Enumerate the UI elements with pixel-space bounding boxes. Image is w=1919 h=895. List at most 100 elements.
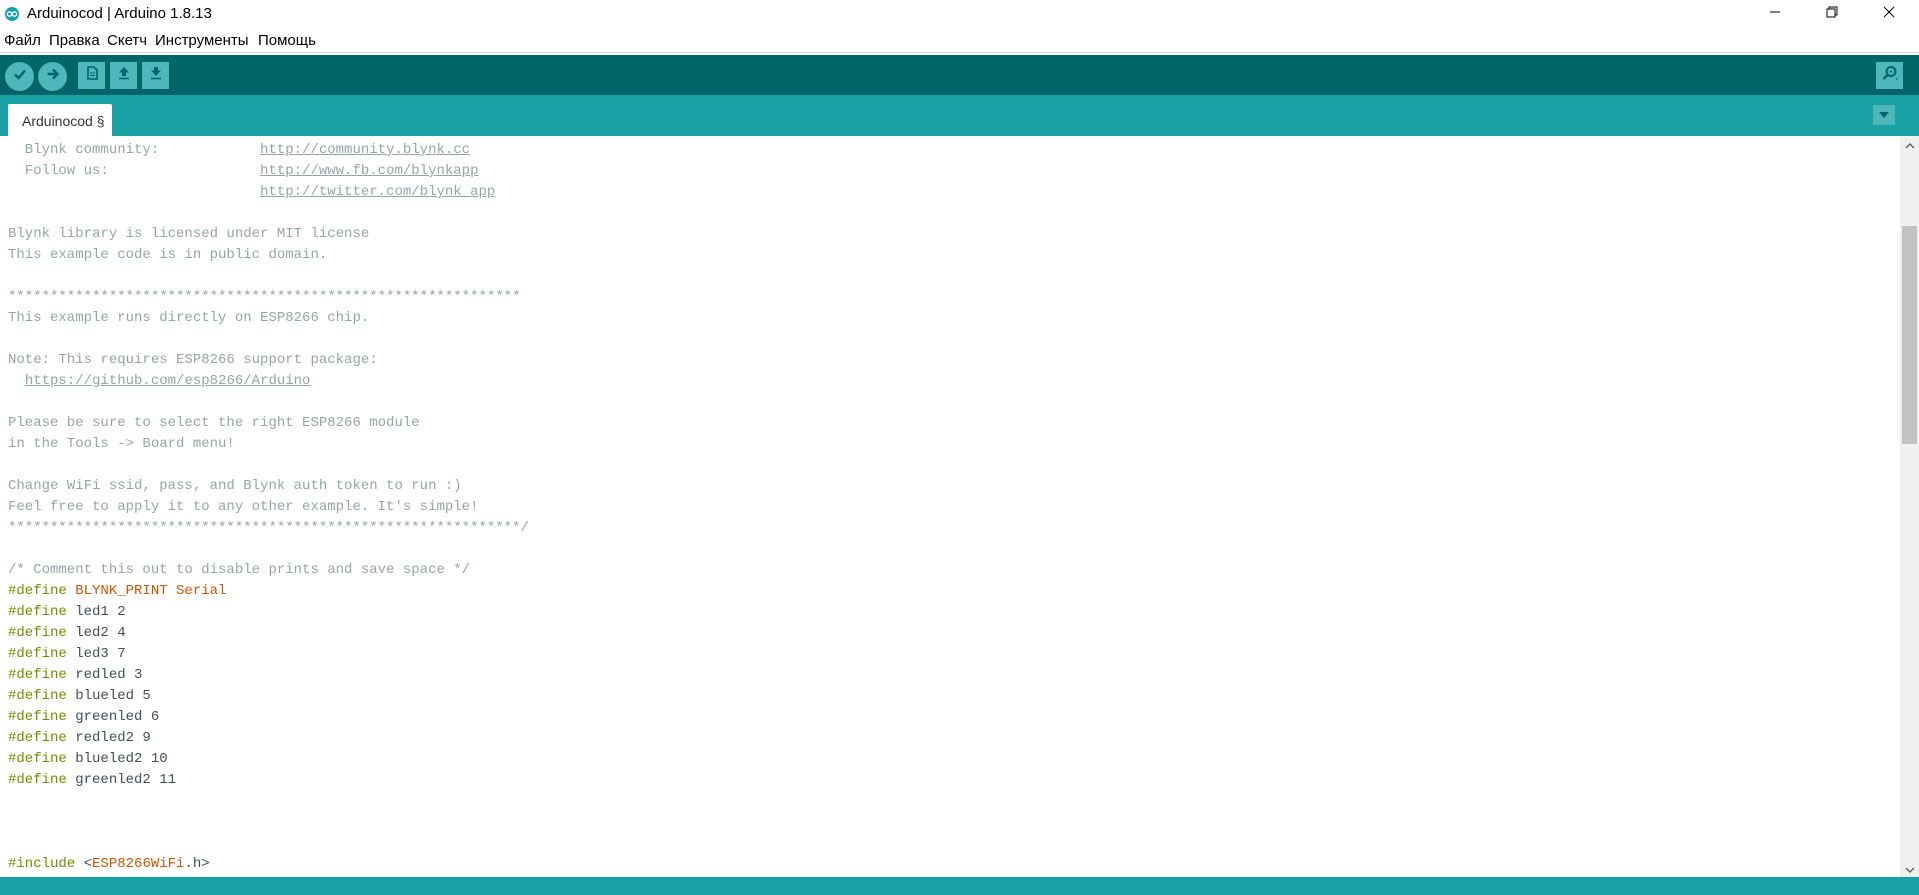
- code-token: led3 7: [66, 646, 126, 662]
- code-token: ESP8266WiFi: [92, 856, 185, 872]
- save-sketch-button[interactable]: [142, 62, 169, 89]
- code-token: led2 4: [66, 625, 126, 641]
- tab-menu-button[interactable]: [1873, 105, 1895, 125]
- code-link[interactable]: http://twitter.com/blynk_app: [260, 184, 495, 200]
- code-token: #define: [8, 667, 67, 683]
- code-token: greenled 6: [66, 709, 160, 725]
- code-token: #define: [8, 730, 67, 746]
- code-token: greenled2 11: [66, 772, 177, 788]
- code-token: This example runs directly on ESP8266 ch…: [8, 310, 370, 326]
- code-link[interactable]: http://www.fb.com/blynkapp: [260, 163, 478, 179]
- scroll-down-button[interactable]: [1900, 860, 1919, 877]
- code-token: #define: [8, 709, 67, 725]
- code-token: #define: [8, 772, 67, 788]
- menu-edit[interactable]: Правка: [49, 32, 100, 49]
- code-token: #define: [8, 688, 67, 704]
- code-token: Change WiFi ssid, pass, and Blynk auth t…: [8, 478, 462, 494]
- menu-tools[interactable]: Инструменты: [155, 32, 249, 49]
- code-line: #define BLYNK_PRINT Serial: [8, 581, 226, 602]
- vertical-scrollbar[interactable]: [1900, 136, 1919, 877]
- menu-divider: [0, 52, 1919, 53]
- new-sketch-icon: [84, 65, 100, 86]
- verify-icon: [12, 66, 28, 87]
- open-sketch-icon: [116, 65, 132, 86]
- code-line: Change WiFi ssid, pass, and Blynk auth t…: [8, 476, 462, 497]
- code-token: #define: [8, 646, 67, 662]
- menu-sketch[interactable]: Скетч: [107, 32, 147, 49]
- code-token: Feel free to apply it to any other examp…: [8, 499, 479, 515]
- serial-monitor-icon: [1881, 64, 1899, 87]
- code-token: Please be sure to select the right ESP82…: [8, 415, 420, 431]
- scroll-up-button[interactable]: [1900, 136, 1919, 153]
- restore-button[interactable]: [1803, 0, 1860, 28]
- code-token: #define: [8, 583, 67, 599]
- code-line: Note: This requires ESP8266 support pack…: [8, 350, 378, 371]
- tab-label: Arduinocod §: [22, 113, 105, 129]
- scrollbar-thumb[interactable]: [1902, 226, 1917, 444]
- code-token: .h>: [184, 856, 210, 872]
- code-line: This example code is in public domain.: [8, 245, 327, 266]
- close-icon: [1883, 5, 1895, 23]
- code-token: This example code is in public domain.: [8, 247, 328, 263]
- window-title: Arduinocod | Arduino 1.8.13: [27, 5, 212, 22]
- tab-bar: Arduinocod §: [0, 95, 1919, 136]
- code-line: #define led1 2: [8, 602, 126, 623]
- code-line: #define redled 3: [8, 665, 142, 686]
- code-line: ****************************************…: [8, 518, 529, 539]
- code-editor[interactable]: Blynk community: http://community.blynk.…: [0, 136, 1899, 877]
- code-line: #define blueled 5: [8, 686, 151, 707]
- arduino-app-icon: [5, 7, 19, 21]
- minimize-icon: [1769, 5, 1781, 23]
- new-sketch-button[interactable]: [78, 62, 105, 89]
- code-token: Serial: [176, 583, 227, 599]
- restore-icon: [1826, 5, 1838, 23]
- upload-button[interactable]: [38, 62, 67, 91]
- code-line: Feel free to apply it to any other examp…: [8, 497, 478, 518]
- toolbar: [0, 55, 1919, 95]
- code-line: #define blueled2 10: [8, 749, 168, 770]
- code-token: #include: [8, 856, 76, 872]
- code-token: Blynk library is licensed under MIT lice…: [8, 226, 370, 242]
- chevron-down-icon: [1878, 106, 1890, 124]
- open-sketch-button[interactable]: [110, 62, 137, 89]
- code-token: Follow us:: [8, 163, 261, 179]
- title-bar: Arduinocod | Arduino 1.8.13: [0, 0, 1919, 28]
- code-token: blueled2 10: [66, 751, 168, 767]
- verify-button[interactable]: [5, 62, 34, 91]
- menu-help[interactable]: Помощь: [258, 32, 316, 49]
- code-link[interactable]: http://community.blynk.cc: [260, 142, 470, 158]
- code-line: /* Comment this out to disable prints an…: [8, 560, 470, 581]
- code-token: in the Tools -> Board menu!: [8, 436, 235, 452]
- save-sketch-icon: [148, 65, 164, 86]
- serial-monitor-button[interactable]: [1876, 62, 1903, 89]
- menu-file[interactable]: Файл: [4, 32, 41, 49]
- code-line: ****************************************…: [8, 287, 520, 308]
- code-line: in the Tools -> Board menu!: [8, 434, 235, 455]
- upload-icon: [45, 66, 61, 87]
- code-token: #define: [8, 604, 67, 620]
- code-line: Blynk community: http://community.blynk.…: [8, 140, 470, 161]
- close-button[interactable]: [1860, 0, 1917, 28]
- tab-arduinocod[interactable]: Arduinocod §: [8, 104, 112, 136]
- scroll-up-arrow-icon: [1905, 136, 1915, 154]
- status-bar: [0, 877, 1919, 895]
- code-line: This example runs directly on ESP8266 ch…: [8, 308, 369, 329]
- code-line: #define greenled 6: [8, 707, 159, 728]
- code-line: #define led3 7: [8, 644, 126, 665]
- code-token: Note: This requires ESP8266 support pack…: [8, 352, 378, 368]
- code-token: /* Comment this out to disable prints an…: [8, 562, 471, 578]
- code-token: led1 2: [66, 604, 126, 620]
- code-token: BLYNK_PRINT: [66, 583, 177, 599]
- code-line: #define greenled2 11: [8, 770, 176, 791]
- scroll-down-arrow-icon: [1905, 860, 1915, 878]
- code-link[interactable]: https://github.com/esp8266/Arduino: [25, 373, 311, 389]
- minimize-button[interactable]: [1746, 0, 1803, 28]
- code-line: Please be sure to select the right ESP82…: [8, 413, 420, 434]
- code-line: Blynk library is licensed under MIT lice…: [8, 224, 369, 245]
- code-token: Blynk community:: [8, 142, 261, 158]
- code-token: ****************************************…: [8, 520, 529, 536]
- code-token: <: [75, 856, 93, 872]
- code-line: Follow us: http://www.fb.com/blynkapp: [8, 161, 479, 182]
